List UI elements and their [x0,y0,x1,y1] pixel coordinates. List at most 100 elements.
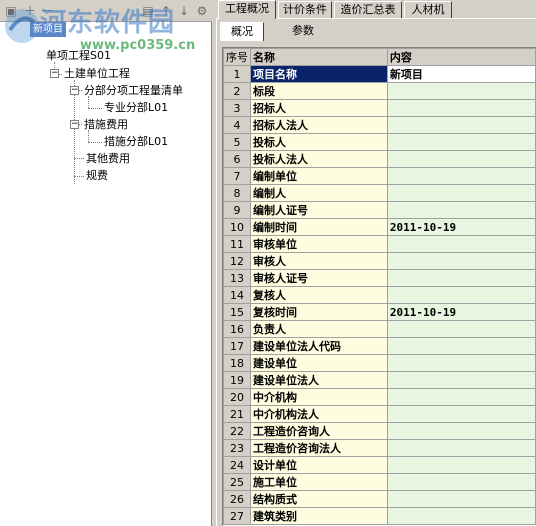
add-node-icon[interactable]: ＋ [22,3,38,19]
row-value-cell[interactable]: 2011-10-19 [386,303,536,321]
delete-node-icon[interactable]: － [40,3,56,19]
row-number-cell: 18 [223,354,251,372]
row-name-cell: 建筑类别 [250,507,388,525]
row-name-cell: 编制单位 [250,167,388,185]
row-name-cell: 标段 [250,82,388,100]
table-row[interactable]: 21 中介机构法人 [223,405,536,423]
tab-cost-summary[interactable]: 造价汇总表 [334,1,402,18]
row-value-cell[interactable] [386,371,536,389]
subtab-overview[interactable]: 概况 [220,22,264,41]
row-value-cell[interactable]: 2011-10-19 [386,218,536,236]
row-value-cell[interactable] [386,456,536,474]
row-value-cell[interactable] [386,320,536,338]
row-value-cell[interactable] [386,235,536,253]
row-value-cell[interactable] [386,422,536,440]
row-value-cell[interactable] [386,99,536,117]
table-row[interactable]: 11 审核单位 [223,235,536,253]
row-number-cell: 1 [223,65,251,83]
table-row[interactable]: 22 工程造价咨询人 [223,422,536,440]
tab-labor-materials[interactable]: 人材机 [404,1,452,18]
table-row[interactable]: 27 建筑类别 [223,507,536,525]
tree-node-bill-of-quantities[interactable]: 分部分项工程量清单 [84,83,183,98]
tab-label: 参数 [292,24,314,37]
tree-node-fees[interactable]: 规费 [86,168,108,183]
row-value-cell[interactable] [386,439,536,457]
tree-node-civil-unit[interactable]: 土建单位工程 [64,66,130,81]
table-row[interactable]: 10 编制时间 2011-10-19 [223,218,536,236]
row-value-cell[interactable] [386,150,536,168]
table-row[interactable]: 17 建设单位法人代码 [223,337,536,355]
row-number-cell: 15 [223,303,251,321]
row-value-cell[interactable] [386,252,536,270]
tree-node-label: 土建单位工程 [64,67,130,80]
collapse-icon[interactable]: − [70,120,79,129]
row-value-cell[interactable] [386,388,536,406]
tree-node-root[interactable]: 单项工程S01 [46,48,111,63]
row-value-cell[interactable] [386,354,536,372]
column-header-name[interactable]: 名称 [250,48,388,66]
table-row[interactable]: 14 复核人 [223,286,536,304]
table-row[interactable]: 9 编制人证号 [223,201,536,219]
column-header-no[interactable]: 序号 [223,48,251,66]
row-value-cell[interactable] [386,167,536,185]
row-value-cell[interactable] [386,490,536,508]
row-value-cell[interactable] [386,82,536,100]
table-row[interactable]: 15 复核时间 2011-10-19 [223,303,536,321]
table-row[interactable]: 24 设计单位 [223,456,536,474]
tree-node-label: 措施费用 [84,118,128,131]
tree-node-measure-cost[interactable]: 措施费用 [84,117,128,132]
table-row[interactable]: 19 建设单位法人 [223,371,536,389]
table-row[interactable]: 25 施工单位 [223,473,536,491]
row-value-cell[interactable] [386,337,536,355]
copy-icon[interactable]: ▤ [140,3,156,19]
row-name-cell: 项目名称 [250,65,388,83]
table-row[interactable]: 20 中介机构 [223,388,536,406]
collapse-icon[interactable]: − [50,69,59,78]
table-row[interactable]: 13 审核人证号 [223,269,536,287]
table-row[interactable]: 4 招标人法人 [223,116,536,134]
tools-icon[interactable]: ⚙ [194,3,210,19]
table-row[interactable]: 16 负责人 [223,320,536,338]
collapse-icon[interactable]: − [70,86,79,95]
subtab-parameters[interactable]: 参数 [282,22,324,41]
tree-node-measure-l01[interactable]: 措施分部L01 [104,134,168,149]
row-value-cell[interactable] [386,116,536,134]
table-row[interactable]: 23 工程造价咨询法人 [223,439,536,457]
row-value-cell[interactable] [386,184,536,202]
table-row[interactable]: 7 编制单位 [223,167,536,185]
move-down-icon[interactable]: ↓ [176,3,192,19]
row-value-cell[interactable] [386,133,536,151]
row-value-cell[interactable] [386,405,536,423]
table-row[interactable]: 18 建设单位 [223,354,536,372]
tab-pricing-conditions[interactable]: 计价条件 [278,1,332,18]
move-up-icon[interactable]: ↑ [158,3,174,19]
row-value-cell[interactable] [386,473,536,491]
tab-label: 造价汇总表 [340,3,396,16]
row-value-cell[interactable] [386,269,536,287]
table-row[interactable]: 8 编制人 [223,184,536,202]
row-value-cell[interactable] [386,507,536,525]
table-row[interactable]: 6 投标人法人 [223,150,536,168]
table-row[interactable]: 2 标段 [223,82,536,100]
tree-node-division-l01[interactable]: 专业分部L01 [104,100,168,115]
tab-project-overview[interactable]: 工程概况 [218,0,276,19]
project-tree-pane: ▣ ＋ － ▤ ↑ ↓ ⚙ 河东软件园 www.pc0359.cn 新项目 单项… [0,0,212,526]
row-name-cell: 编制人证号 [250,201,388,219]
row-name-cell: 投标人 [250,133,388,151]
tree-node-label: 措施分部L01 [104,135,169,148]
table-row[interactable]: 26 结构质式 [223,490,536,508]
row-value-cell[interactable] [386,286,536,304]
row-value-cell[interactable]: 新项目 [386,65,536,83]
table-row[interactable]: 1 项目名称 新项目 [223,65,536,83]
row-name-cell: 工程造价咨询人 [250,422,388,440]
column-header-value[interactable]: 内容 [386,48,536,66]
row-value-cell[interactable] [386,201,536,219]
row-name-cell: 施工单位 [250,473,388,491]
table-row[interactable]: 12 审核人 [223,252,536,270]
table-row[interactable]: 5 投标人 [223,133,536,151]
row-number-cell: 25 [223,473,251,491]
row-number-cell: 5 [223,133,251,151]
tree-node-other-cost[interactable]: 其他费用 [86,151,130,166]
new-project-icon[interactable]: ▣ [3,3,19,19]
table-row[interactable]: 3 招标人 [223,99,536,117]
